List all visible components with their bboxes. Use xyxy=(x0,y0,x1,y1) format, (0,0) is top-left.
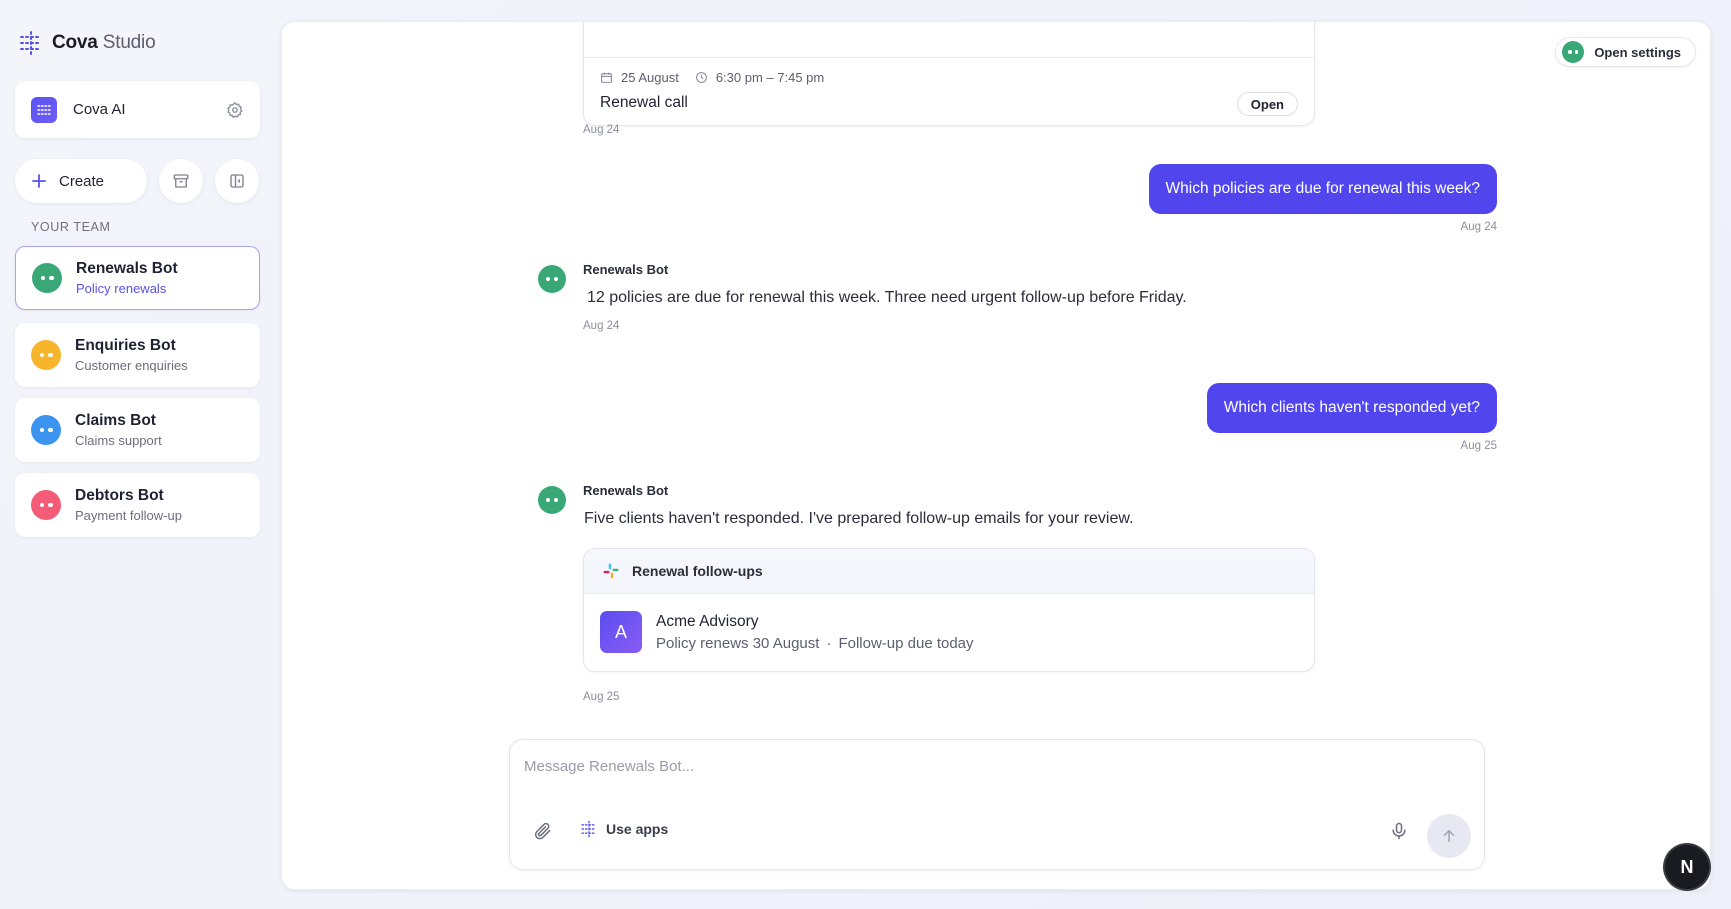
bot-message-author: Renewals Bot xyxy=(583,483,669,498)
bot-avatar-icon xyxy=(31,340,61,370)
bot-item-enquiries[interactable]: Enquiries Bot Customer enquiries xyxy=(15,323,260,387)
microphone-button[interactable] xyxy=(1388,821,1410,843)
event-title: Renewal call xyxy=(600,94,688,111)
use-apps-button[interactable]: Use apps xyxy=(580,820,668,838)
calendar-icon xyxy=(601,72,612,83)
cova-logo-icon xyxy=(20,31,42,55)
workspace-name: Cova AI xyxy=(73,101,126,118)
message-timestamp: Aug 25 xyxy=(1460,440,1497,452)
sidebar-panel-icon xyxy=(230,174,244,188)
bot-message-author: Renewals Bot xyxy=(583,262,669,277)
bot-name: Enquiries Bot xyxy=(75,337,176,354)
bot-item-renewals[interactable]: Renewals Bot Policy renewals xyxy=(15,246,260,310)
bot-subtitle: Policy renewals xyxy=(76,281,167,296)
open-settings-button[interactable]: Open settings xyxy=(1555,37,1696,67)
plus-icon xyxy=(32,174,46,188)
archive-button[interactable] xyxy=(159,159,203,203)
bot-name: Claims Bot xyxy=(75,412,156,429)
use-apps-label: Use apps xyxy=(606,821,669,837)
brand-name: Cova Studio xyxy=(52,32,156,53)
message-timestamp: Aug 24 xyxy=(583,320,620,332)
corner-badge[interactable]: N xyxy=(1665,845,1709,889)
message-input[interactable] xyxy=(524,752,1464,780)
bot-item-debtors[interactable]: Debtors Bot Payment follow-up xyxy=(15,473,260,537)
message-composer: Use apps xyxy=(509,739,1485,870)
archive-icon xyxy=(173,174,189,188)
bot-avatar-icon xyxy=(31,490,61,520)
team-section-label: YOUR TEAM xyxy=(31,220,111,234)
followups-header: Renewal follow-ups xyxy=(584,549,1314,594)
bot-subtitle: Claims support xyxy=(75,433,162,448)
message-timestamp: Aug 24 xyxy=(583,124,620,136)
bot-avatar-icon xyxy=(1562,41,1585,63)
event-date: 25 August xyxy=(621,70,679,85)
user-message: Which clients haven't responded yet? xyxy=(1206,383,1497,433)
bot-avatar-icon xyxy=(32,263,62,293)
apps-icon xyxy=(581,820,597,838)
chat-panel: 25 August 6:30 pm – 7:45 pm Renewal call… xyxy=(281,21,1711,890)
bot-message-text: 12 policies are due for renewal this wee… xyxy=(587,289,1187,306)
attach-button[interactable] xyxy=(532,821,554,843)
message-timestamp: Aug 24 xyxy=(1460,221,1497,233)
clock-icon xyxy=(695,72,707,83)
followup-row[interactable]: A Acme Advisory Policy renews 30 August ·… xyxy=(584,594,1314,670)
event-card[interactable]: 25 August 6:30 pm – 7:45 pm Renewal call… xyxy=(583,22,1315,126)
create-label: Create xyxy=(59,172,105,190)
client-name: Acme Advisory xyxy=(656,612,759,630)
sidebar: Cova Studio Cova AI Create YOUR TEAM Ren… xyxy=(0,0,280,909)
followups-card: Renewal follow-ups A Acme Advisory Polic… xyxy=(583,548,1315,672)
event-time: 6:30 pm – 7:45 pm xyxy=(715,70,825,85)
bot-subtitle: Customer enquiries xyxy=(75,358,188,373)
bot-name: Debtors Bot xyxy=(75,487,164,504)
collapse-sidebar-button[interactable] xyxy=(215,159,259,203)
bot-avatar-icon xyxy=(538,486,566,514)
open-settings-label: Open settings xyxy=(1594,44,1681,60)
event-meta: 25 August 6:30 pm – 7:45 pm xyxy=(600,70,824,85)
slack-icon xyxy=(603,563,619,579)
bot-avatar-icon xyxy=(31,415,61,445)
followups-title: Renewal follow-ups xyxy=(632,563,763,579)
gear-icon[interactable] xyxy=(226,101,244,119)
event-open-button[interactable]: Open xyxy=(1236,92,1298,116)
bot-subtitle: Payment follow-up xyxy=(75,508,182,523)
event-divider xyxy=(584,57,1314,58)
workspace-logo-icon xyxy=(31,96,57,123)
send-button[interactable] xyxy=(1427,814,1471,858)
paperclip-icon xyxy=(534,822,551,840)
bot-item-claims[interactable]: Claims Bot Claims support xyxy=(15,398,260,462)
arrow-up-icon xyxy=(1443,829,1455,842)
create-row: Create xyxy=(15,159,259,203)
workspace-card[interactable]: Cova AI xyxy=(15,81,260,138)
microphone-icon xyxy=(1392,822,1406,840)
client-details: Policy renews 30 August · Follow-up due to… xyxy=(656,634,974,652)
bot-message-text: Five clients haven't responded. I've pre… xyxy=(584,510,1134,527)
create-button[interactable]: Create xyxy=(15,159,147,203)
message-timestamp: Aug 25 xyxy=(583,691,620,703)
bot-avatar-icon xyxy=(538,265,566,293)
user-message: Which policies are due for renewal this … xyxy=(1148,164,1497,214)
bot-name: Renewals Bot xyxy=(76,260,178,277)
brand[interactable]: Cova Studio xyxy=(18,30,156,56)
client-avatar: A xyxy=(600,611,642,653)
